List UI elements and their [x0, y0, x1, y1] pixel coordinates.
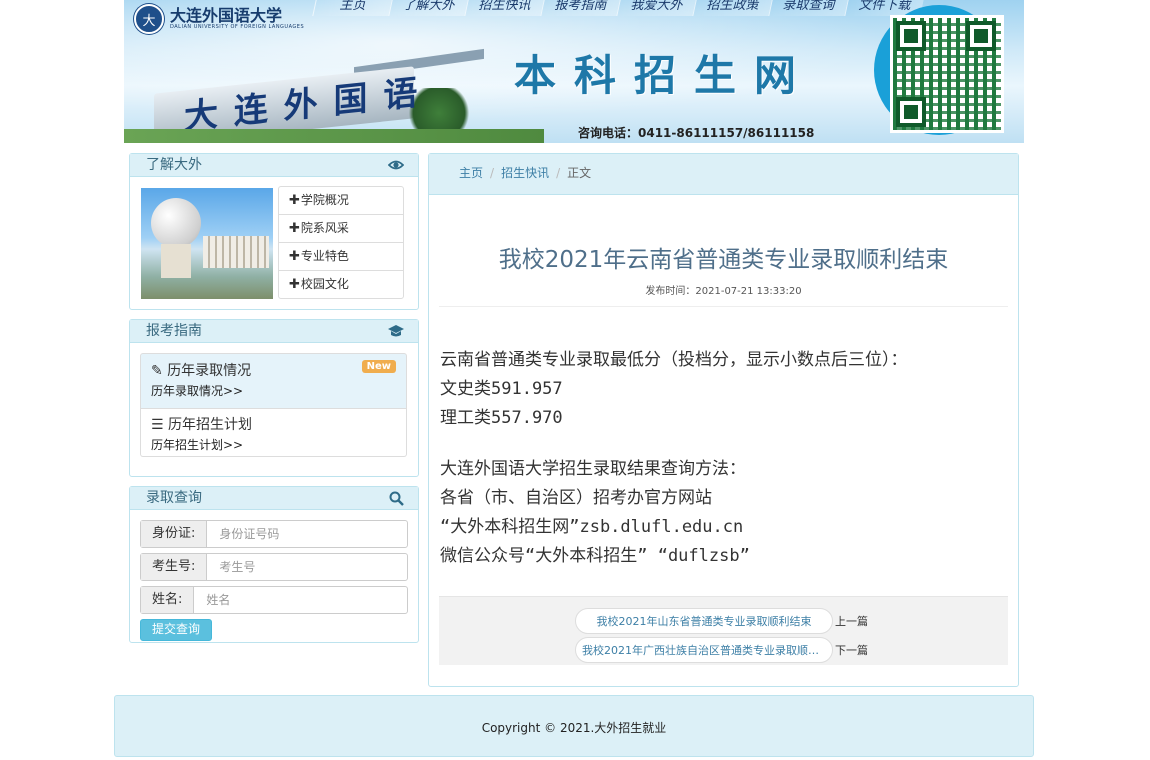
- eye-icon: [387, 154, 405, 179]
- school-name: 大连外国语大学: [170, 6, 283, 25]
- exam-number-field: 考生号:: [140, 553, 408, 581]
- plus-icon: ✚: [289, 277, 300, 292]
- id-card-field: 身份证:: [140, 520, 408, 548]
- nav-about[interactable]: 了解大外: [388, 0, 468, 16]
- footer: Copyright © 2021.大外招生就业: [114, 695, 1034, 757]
- link-departments[interactable]: ✚院系风采: [279, 215, 403, 243]
- guide-enrollment-plan[interactable]: ☰ 历年招生计划 历年招生计划>>: [140, 408, 407, 457]
- name-input[interactable]: [194, 587, 407, 613]
- campus-photo: [141, 188, 273, 299]
- wechat-qr-code: [874, 5, 1004, 135]
- body-line: 文史类591.957: [440, 379, 563, 399]
- submit-query-button[interactable]: 提交查询: [140, 619, 212, 641]
- nav-home[interactable]: 主页: [312, 0, 392, 16]
- article-panel: 主页 / 招生快讯 / 正文 我校2021年云南省普通类专业录取顺利结束 发布时间：20…: [428, 153, 1019, 687]
- breadcrumb-news[interactable]: 招生快讯: [501, 166, 549, 180]
- plus-icon: ✚: [289, 221, 300, 236]
- exam-number-input[interactable]: [207, 554, 407, 580]
- plus-icon: ✚: [289, 193, 300, 208]
- body-line: “大外本科招生网”zsb.dlufl.edu.cn: [440, 517, 744, 537]
- next-article-link[interactable]: 我校2021年广西壮族自治区普通类专业录取顺利结束: [575, 637, 833, 663]
- prev-article-link[interactable]: 我校2021年山东省普通类专业录取顺利结束: [575, 608, 833, 634]
- article-body: 云南省普通类专业录取最低分（投档分，显示小数点后三位）： 文史类591.957 …: [440, 346, 1010, 571]
- site-title: 本科招生网: [514, 51, 815, 100]
- about-panel: 了解大外 ✚学院概况 ✚院系风采 ✚专业特色 ✚校园文化: [129, 153, 419, 310]
- nav-love[interactable]: 我爱大外: [616, 0, 696, 16]
- divider: [439, 306, 1008, 307]
- hotline: 咨询电话：0411-86111157/86111158: [578, 126, 815, 140]
- pencil-icon: ✎: [151, 363, 163, 379]
- article-title: 我校2021年云南省普通类专业录取顺利结束: [498, 247, 949, 273]
- main-nav: 主页 了解大外 招生快讯 报考指南 我爱大外 招生政策 录取查询 文件下载: [312, 0, 924, 16]
- new-badge: New: [361, 360, 396, 373]
- prev-label: 上一篇: [835, 615, 868, 628]
- publish-time: 发布时间：2021-07-21 13:33:20: [645, 286, 802, 297]
- guide-admission-history[interactable]: ✎ 历年录取情况 历年录取情况>> New: [140, 353, 407, 409]
- body-line: 各省（市、自治区）招考办官方网站: [440, 488, 712, 508]
- breadcrumb-current: 正文: [567, 166, 592, 180]
- breadcrumb: 主页 / 招生快讯 / 正文: [429, 154, 1018, 195]
- nav-policy[interactable]: 招生政策: [692, 0, 772, 16]
- next-label: 下一篇: [835, 644, 868, 657]
- body-line: 云南省普通类专业录取最低分（投档分，显示小数点后三位）：: [440, 350, 908, 370]
- panel-header: 录取查询: [130, 487, 418, 510]
- query-panel: 录取查询 身份证: 考生号: 姓名: 提交查询: [129, 486, 419, 643]
- plus-icon: ✚: [289, 249, 300, 264]
- school-logo[interactable]: 大 大连外国语大学 DALIAN UNIVERSITY OF FOREIGN L…: [134, 4, 304, 34]
- about-links: ✚学院概况 ✚院系风采 ✚专业特色 ✚校园文化: [278, 186, 404, 299]
- school-seal-icon: 大: [134, 4, 164, 34]
- nav-guide[interactable]: 报考指南: [540, 0, 620, 16]
- id-card-input[interactable]: [207, 521, 407, 547]
- school-name-en: DALIAN UNIVERSITY OF FOREIGN LANGUAGES: [170, 24, 305, 30]
- name-field: 姓名:: [140, 586, 408, 614]
- panel-header: 了解大外: [130, 154, 418, 177]
- search-icon: [389, 487, 404, 513]
- link-majors[interactable]: ✚专业特色: [279, 243, 403, 271]
- nav-query[interactable]: 录取查询: [768, 0, 848, 16]
- graduation-cap-icon: [388, 320, 404, 345]
- list-icon: ☰: [151, 417, 164, 433]
- prev-next-nav: 我校2021年山东省普通类专业录取顺利结束 上一篇 我校2021年广西壮族自治区…: [439, 596, 1008, 665]
- body-line: 理工类557.970: [440, 408, 563, 428]
- link-college-overview[interactable]: ✚学院概况: [279, 187, 403, 215]
- link-campus-culture[interactable]: ✚校园文化: [279, 271, 403, 298]
- copyright: Copyright © 2021.大外招生就业: [481, 721, 667, 735]
- nav-news[interactable]: 招生快讯: [464, 0, 544, 16]
- body-line: 大连外国语大学招生录取结果查询方法：: [440, 459, 746, 479]
- header-banner: 大 大连外国语大学 DALIAN UNIVERSITY OF FOREIGN L…: [124, 0, 1024, 143]
- breadcrumb-home[interactable]: 主页: [459, 166, 483, 180]
- body-line: 微信公众号“大外本科招生” “duflzsb”: [440, 546, 750, 566]
- guide-panel: 报考指南 ✎ 历年录取情况 历年录取情况>> New ☰ 历年招生计划 历年招生…: [129, 319, 419, 477]
- panel-header: 报考指南: [130, 320, 418, 343]
